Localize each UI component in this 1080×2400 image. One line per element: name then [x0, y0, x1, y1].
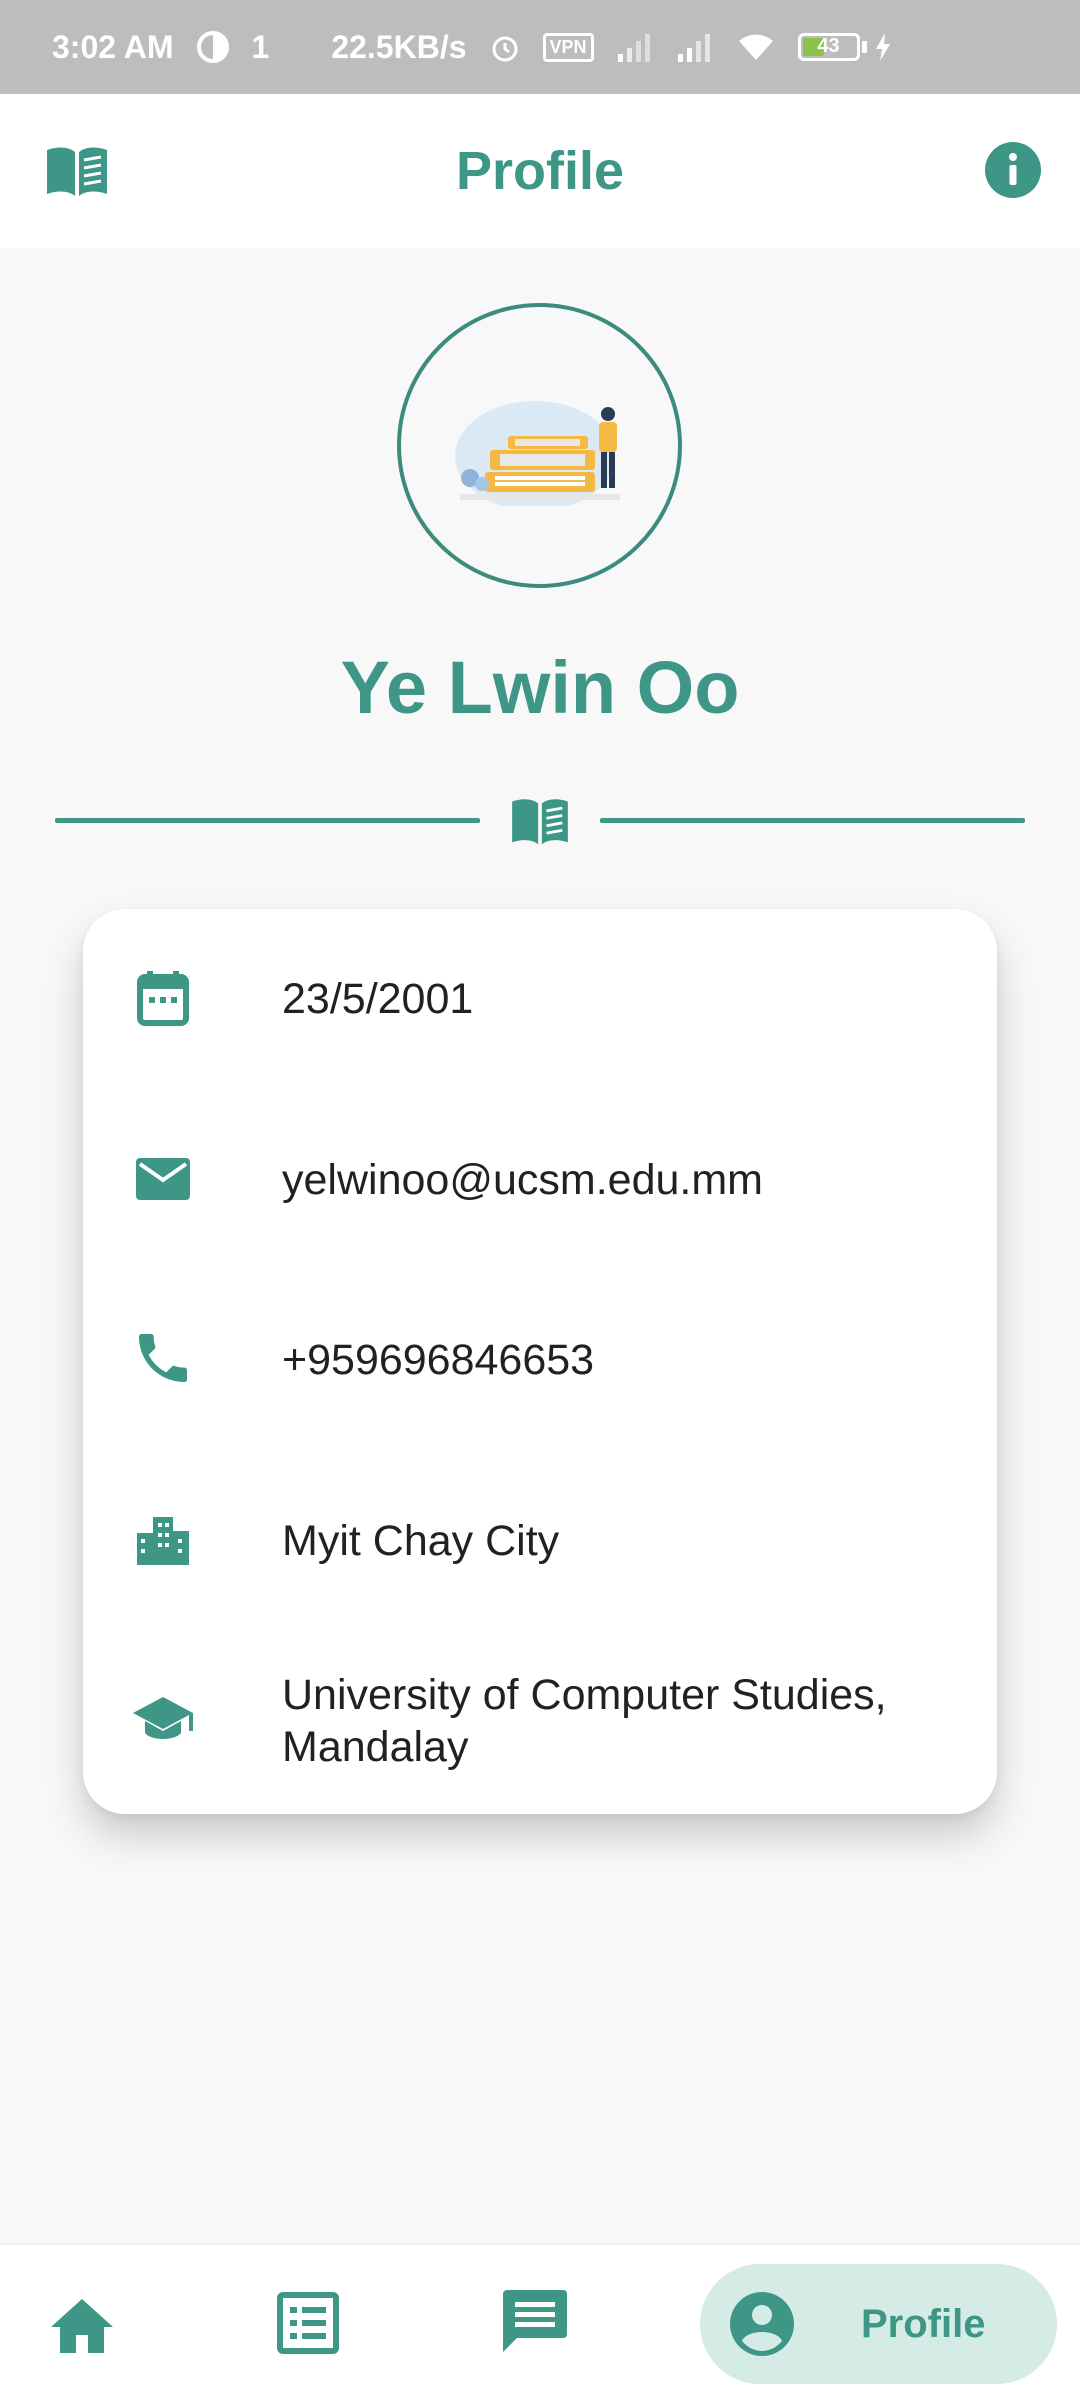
nav-home[interactable] — [42, 2285, 122, 2365]
phone-value[interactable]: +959696846653 — [282, 1334, 594, 1386]
page-title: Profile — [455, 141, 625, 201]
list-icon — [277, 2292, 339, 2354]
detail-row-city: Myit Chay City — [83, 1491, 997, 1591]
alarm-icon — [489, 31, 521, 63]
school-icon — [131, 1687, 195, 1756]
email-icon — [131, 1146, 195, 1215]
status-bar: 3:02 AM 1 22.5KB/s VPN 43 — [0, 0, 1080, 94]
signal-icon-1 — [616, 32, 654, 62]
book-icon[interactable] — [44, 144, 110, 205]
account-icon — [730, 2292, 794, 2356]
status-time: 3:02 AM — [52, 28, 174, 65]
battery-icon: 43 — [797, 33, 867, 61]
notification-count: 1 — [251, 28, 270, 65]
email-value[interactable]: yelwinoo@ucsm.edu.mm — [282, 1154, 763, 1206]
signal-icon-2 — [676, 32, 714, 62]
nav-chat[interactable] — [495, 2281, 575, 2361]
data-saver-icon — [196, 30, 230, 64]
detail-row-phone: +959696846653 — [83, 1310, 997, 1410]
info-icon[interactable] — [984, 141, 1042, 204]
calendar-icon — [131, 965, 195, 1034]
book-icon — [508, 796, 572, 853]
detail-row-university: University of Computer Studies, Mandalay — [83, 1661, 997, 1781]
wifi-icon — [736, 32, 776, 62]
vpn-badge: VPN — [542, 32, 594, 62]
profile-details-card: 23/5/2001 yelwinoo@ucsm.edu.mm +95969684… — [83, 909, 997, 1814]
university-value: University of Computer Studies, Mandalay — [282, 1671, 887, 1771]
detail-row-email: yelwinoo@ucsm.edu.mm — [83, 1130, 997, 1230]
city-value: Myit Chay City — [282, 1517, 560, 1565]
bottom-navigation: Profile — [0, 2243, 1080, 2400]
nav-profile[interactable]: Profile — [700, 2264, 1057, 2384]
birthdate-value: 23/5/2001 — [282, 975, 474, 1023]
divider-right — [600, 818, 1025, 823]
profile-name: Ye Lwin Oo — [340, 646, 740, 729]
network-speed: 22.5KB/s — [331, 28, 467, 65]
nav-profile-label: Profile — [861, 2301, 986, 2346]
chat-icon — [503, 2290, 567, 2352]
detail-row-birthdate: 23/5/2001 — [83, 949, 997, 1049]
nav-list[interactable] — [268, 2283, 348, 2363]
app-bar: Profile — [0, 94, 1080, 248]
avatar — [397, 303, 682, 588]
battery-level: 43 — [817, 35, 840, 57]
reading-books-illustration — [454, 400, 620, 506]
phone-icon — [131, 1326, 195, 1395]
home-icon — [51, 2299, 113, 2353]
city-icon — [131, 1507, 195, 1576]
divider-left — [55, 818, 480, 823]
charging-icon — [873, 32, 893, 62]
